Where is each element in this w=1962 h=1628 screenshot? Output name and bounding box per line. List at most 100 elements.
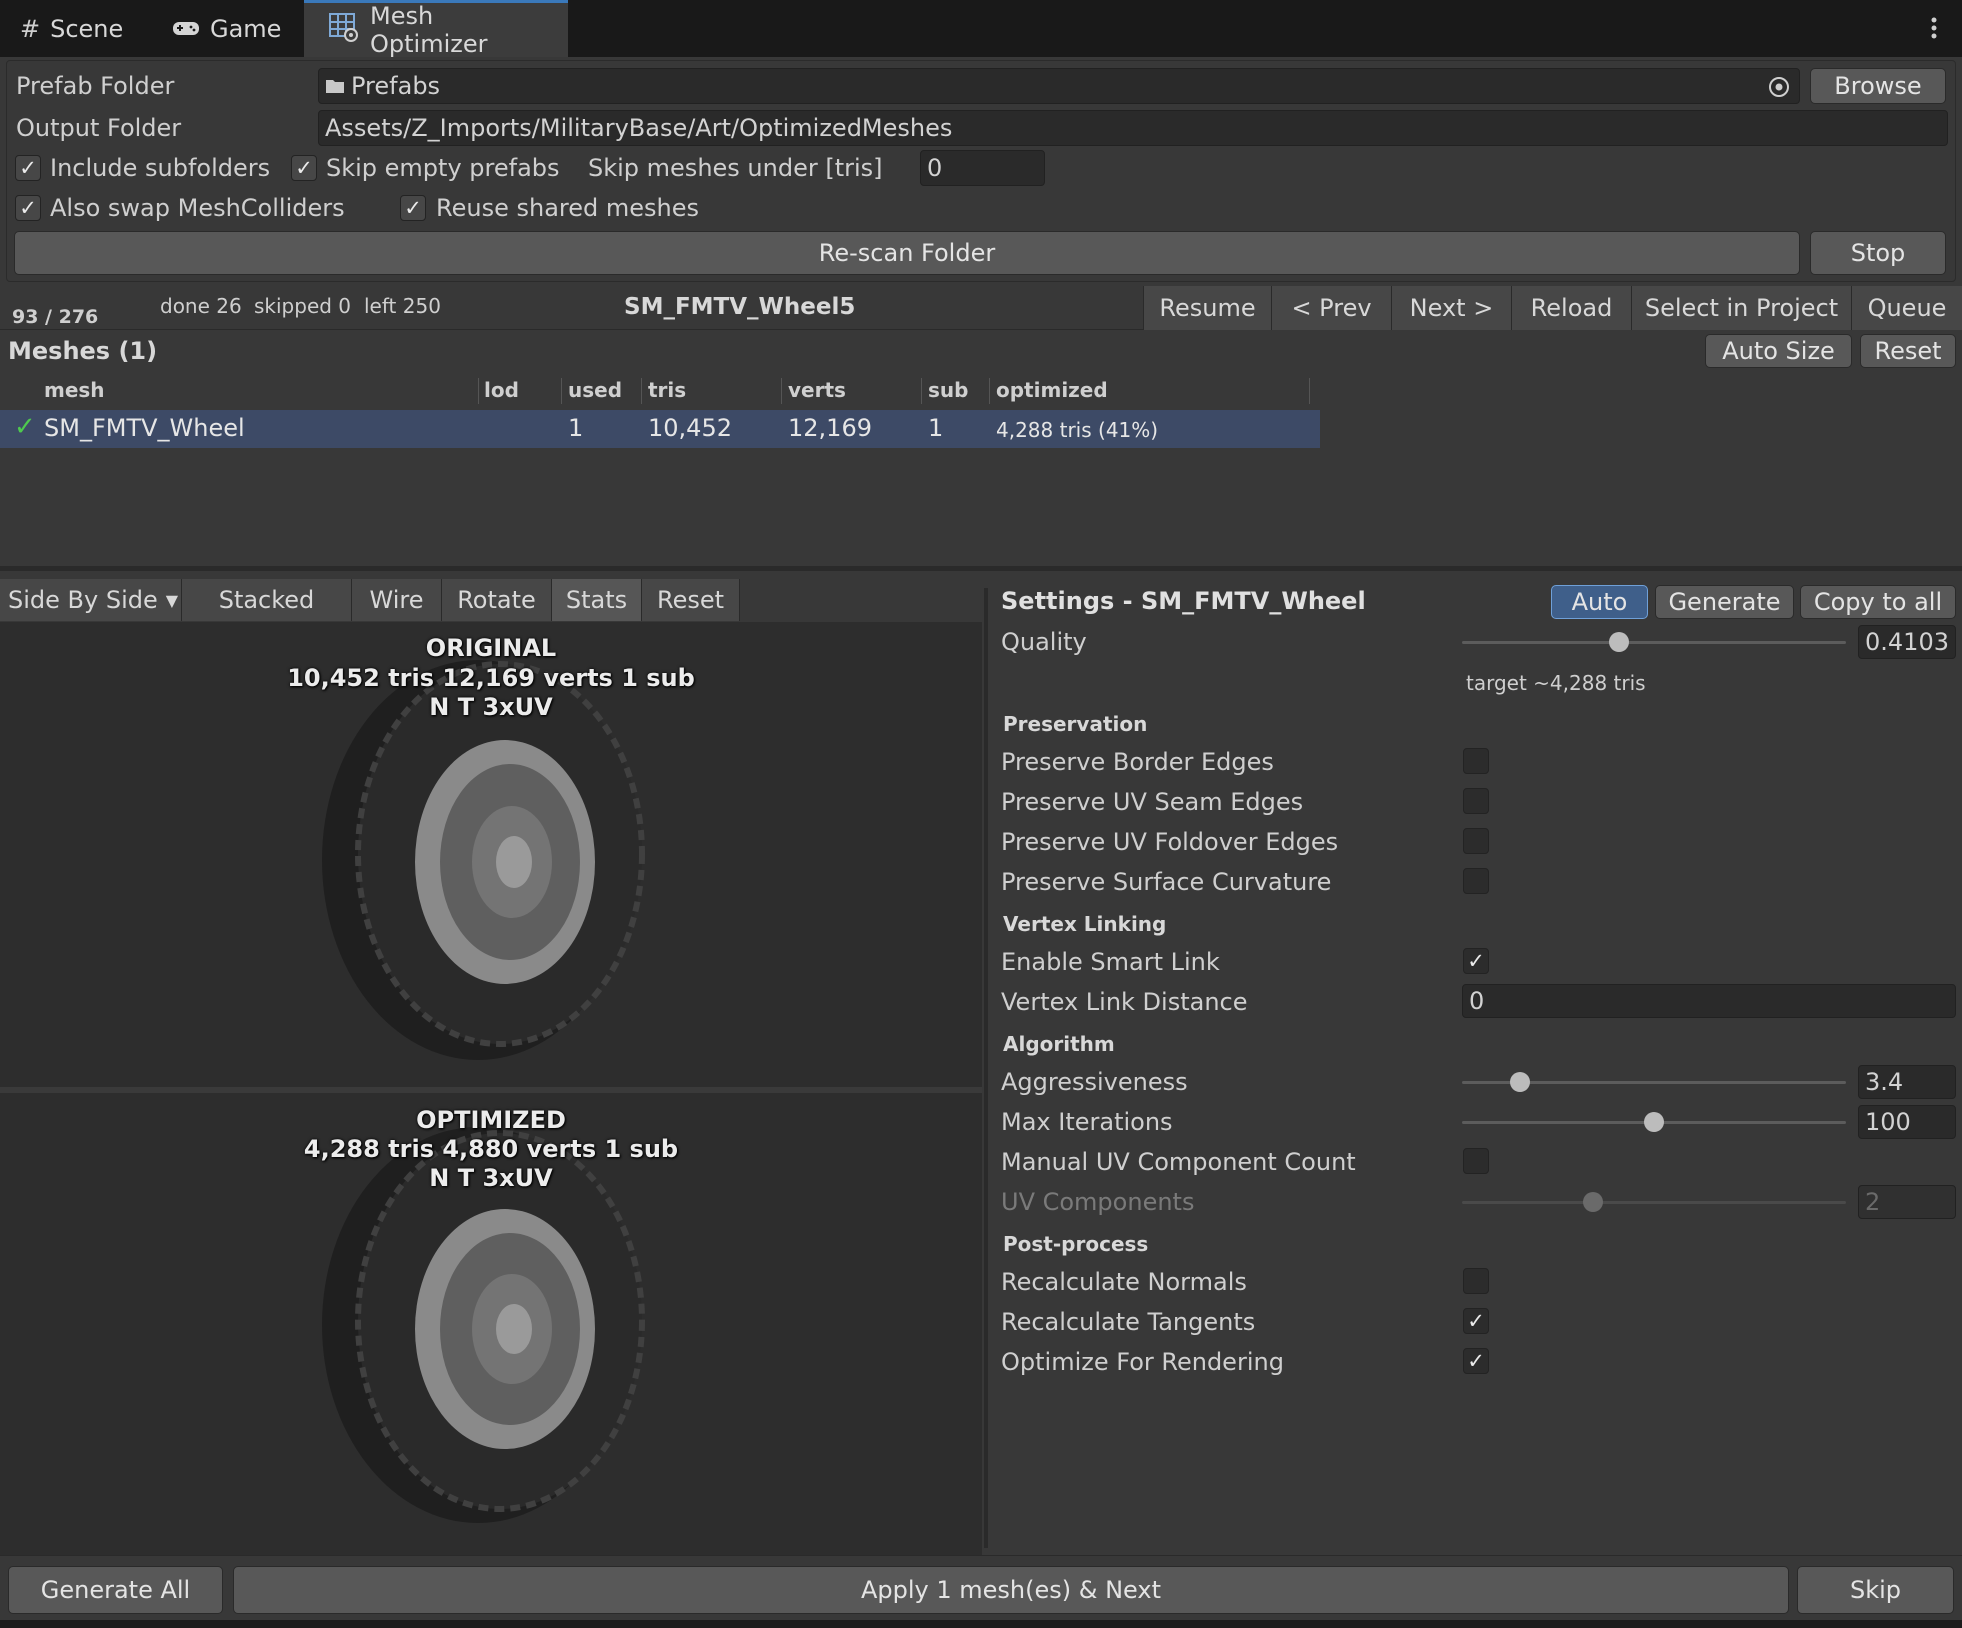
output-folder-field[interactable]: Assets/Z_Imports/MilitaryBase/Art/Optimi… [318, 110, 1948, 146]
stacked-button[interactable]: Stacked [182, 579, 352, 621]
smart-link-checkbox[interactable]: ✓ [1463, 948, 1489, 974]
select-in-project-button[interactable]: Select in Project [1631, 286, 1851, 330]
column-divider[interactable] [478, 378, 479, 404]
quality-slider-knob[interactable] [1609, 632, 1630, 652]
column-divider[interactable] [641, 378, 642, 404]
checkmark-icon: ✓ [1467, 948, 1485, 973]
preserve-uv-foldover-checkbox[interactable] [1463, 828, 1489, 854]
auto-button[interactable]: Auto [1551, 585, 1648, 619]
meshes-title: Meshes (1) [8, 337, 158, 365]
column-header-verts[interactable]: verts [788, 378, 846, 402]
link-distance-value: 0 [1469, 987, 1485, 1015]
chevron-down-icon: ▼ [165, 590, 179, 610]
optimized-attributes: N T 3xUV [429, 1164, 553, 1192]
uv-components-label: UV Components [1001, 1188, 1195, 1216]
prev-button[interactable]: < Prev [1271, 286, 1391, 330]
column-header-sub[interactable]: sub [928, 378, 968, 402]
original-stats: 10,452 tris 12,169 verts 1 sub [287, 664, 695, 692]
preserve-curvature-checkbox[interactable] [1463, 868, 1489, 894]
aggressiveness-label: Aggressiveness [1001, 1068, 1188, 1096]
column-header-used[interactable]: used [568, 378, 622, 402]
prefab-folder-field[interactable]: Prefabs [318, 68, 1800, 104]
column-header-lod[interactable]: lod [484, 378, 519, 402]
tab-scene[interactable]: # Scene [20, 0, 123, 57]
reuse-shared-label: Reuse shared meshes [436, 194, 699, 222]
more-options-icon[interactable] [1930, 14, 1938, 42]
generate-all-button[interactable]: Generate All [8, 1566, 223, 1614]
quality-slider[interactable] [1462, 641, 1846, 644]
object-picker-icon[interactable] [1767, 75, 1791, 105]
algorithm-heading: Algorithm [1003, 1032, 1115, 1056]
cell-mesh: SM_FMTV_Wheel [44, 414, 245, 442]
column-divider[interactable] [1309, 378, 1310, 404]
stop-button[interactable]: Stop [1810, 231, 1946, 275]
meshes-reset-button[interactable]: Reset [1860, 334, 1956, 368]
link-distance-label: Vertex Link Distance [1001, 988, 1248, 1016]
recalc-tangents-checkbox[interactable]: ✓ [1463, 1308, 1489, 1334]
queue-button[interactable]: Queue [1851, 286, 1962, 330]
cell-optimized: 4,288 tris (41%) [996, 418, 1159, 442]
next-button[interactable]: Next > [1391, 286, 1511, 330]
skipped-count: skipped 0 [254, 294, 352, 318]
cell-sub: 1 [928, 414, 944, 442]
optimized-stats: 4,288 tris 4,880 verts 1 sub [303, 1135, 679, 1163]
manual-uv-label: Manual UV Component Count [1001, 1148, 1356, 1176]
uv-components-slider-knob [1582, 1192, 1603, 1212]
column-header-mesh[interactable]: mesh [44, 378, 105, 402]
quality-value: 0.4103 [1865, 628, 1949, 656]
checkmark-icon: ✓ [1467, 1348, 1485, 1373]
stats-button[interactable]: Stats [552, 579, 642, 621]
apply-next-button[interactable]: Apply 1 mesh(es) & Next [233, 1566, 1789, 1614]
tab-game[interactable]: Game [172, 0, 281, 57]
folder-icon [325, 72, 345, 100]
checkmark-icon: ✓ [19, 195, 37, 220]
reuse-shared-checkbox[interactable]: ✓ [400, 195, 426, 221]
preserve-uv-seam-checkbox[interactable] [1463, 788, 1489, 814]
tab-bar: # Scene Game Mesh Optimizer [0, 0, 1962, 58]
aggressiveness-value-field[interactable]: 3.4 [1858, 1065, 1956, 1099]
vertex-linking-heading: Vertex Linking [1003, 912, 1167, 936]
column-divider[interactable] [989, 378, 990, 404]
optimize-rendering-label: Optimize For Rendering [1001, 1348, 1284, 1376]
skip-empty-prefabs-checkbox[interactable]: ✓ [291, 155, 317, 181]
swap-colliders-checkbox[interactable]: ✓ [15, 195, 41, 221]
viewer-reset-button[interactable]: Reset [642, 579, 740, 621]
skip-meshes-value: 0 [927, 154, 943, 182]
reload-button[interactable]: Reload [1511, 286, 1631, 330]
view-mode-dropdown[interactable]: Side By Side ▼ [0, 579, 182, 621]
recalc-normals-checkbox[interactable] [1463, 1268, 1489, 1294]
tab-mesh-optimizer[interactable]: Mesh Optimizer [304, 0, 568, 58]
column-header-tris[interactable]: tris [648, 378, 686, 402]
uv-components-value-field: 2 [1858, 1185, 1956, 1219]
quality-value-field[interactable]: 0.4103 [1858, 625, 1956, 659]
skip-meshes-input[interactable]: 0 [920, 150, 1045, 186]
aggressiveness-slider-knob[interactable] [1509, 1072, 1530, 1092]
link-distance-field[interactable]: 0 [1462, 984, 1956, 1018]
column-divider[interactable] [921, 378, 922, 404]
rotate-button[interactable]: Rotate [442, 579, 552, 621]
max-iterations-slider-knob[interactable] [1644, 1112, 1664, 1132]
auto-size-button[interactable]: Auto Size [1705, 334, 1852, 368]
browse-button[interactable]: Browse [1810, 68, 1946, 104]
optimize-rendering-checkbox[interactable]: ✓ [1463, 1348, 1489, 1374]
generate-button[interactable]: Generate [1655, 585, 1794, 619]
column-divider[interactable] [781, 378, 782, 404]
copy-to-all-button[interactable]: Copy to all [1800, 585, 1956, 619]
window-bottom-edge [0, 1620, 1962, 1628]
original-attributes: N T 3xUV [429, 693, 553, 721]
rescan-folder-button[interactable]: Re-scan Folder [14, 231, 1800, 275]
resume-button[interactable]: Resume [1143, 286, 1271, 330]
skip-button[interactable]: Skip [1797, 1566, 1954, 1614]
preserve-border-checkbox[interactable] [1463, 748, 1489, 774]
wire-button[interactable]: Wire [352, 579, 442, 621]
manual-uv-checkbox[interactable] [1463, 1148, 1489, 1174]
column-header-optimized[interactable]: optimized [996, 378, 1108, 402]
max-iterations-value-field[interactable]: 100 [1858, 1105, 1956, 1139]
vertical-splitter[interactable] [984, 588, 988, 1548]
splitter-handle[interactable] [0, 566, 1962, 571]
column-divider[interactable] [561, 378, 562, 404]
aggressiveness-value: 3.4 [1865, 1068, 1904, 1096]
prefab-folder-label: Prefab Folder [16, 72, 175, 100]
include-subfolders-checkbox[interactable]: ✓ [15, 155, 41, 181]
preserve-uv-seam-label: Preserve UV Seam Edges [1001, 788, 1304, 816]
